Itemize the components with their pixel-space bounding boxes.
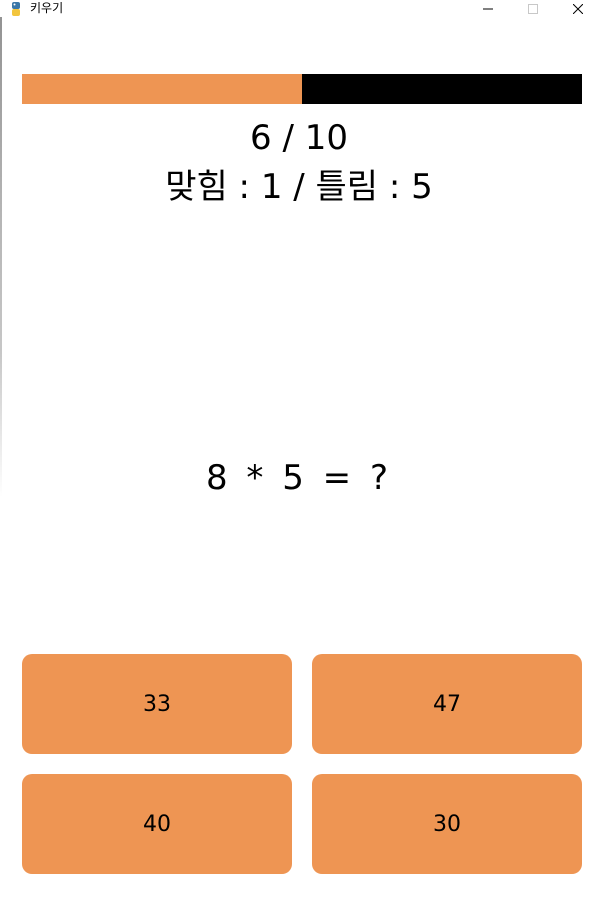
app-window: 키우기 6 / 10 맞힘 : 1 / 틀림 : 5 8 * 5 = ? 33 … [0, 0, 598, 924]
answer-button[interactable]: 40 [22, 774, 292, 874]
progress-bar [22, 74, 582, 104]
score-text: 맞힘 : 1 / 틀림 : 5 [165, 167, 433, 207]
python-icon [10, 1, 22, 16]
window-title: 키우기 [30, 1, 64, 15]
maximize-button[interactable] [511, 0, 555, 17]
answer-button[interactable]: 33 [22, 654, 292, 754]
question-text: 8 * 5 = ? [205, 458, 393, 498]
maximize-icon [528, 3, 538, 14]
question-counter: 6 / 10 [250, 118, 348, 158]
window-edge [0, 17, 2, 497]
title-bar[interactable]: 키우기 [0, 0, 598, 17]
close-icon [573, 3, 583, 14]
answer-button[interactable]: 30 [312, 774, 582, 874]
answer-button[interactable]: 47 [312, 654, 582, 754]
progress-bar-fill [22, 74, 302, 104]
minimize-icon [483, 8, 493, 9]
minimize-button[interactable] [466, 0, 510, 17]
close-button[interactable] [556, 0, 598, 17]
